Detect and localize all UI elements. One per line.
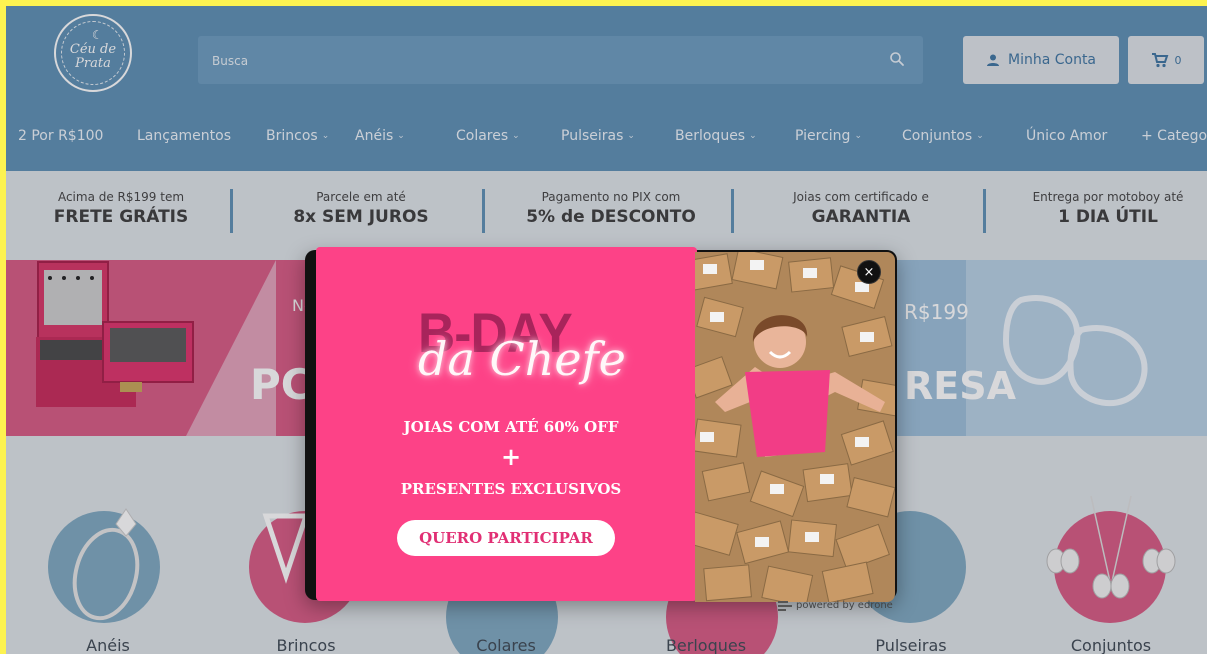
powered-by-badge[interactable]: powered by edrone [778,600,893,611]
edrone-logo-icon [778,600,792,611]
quero-participar-button[interactable]: QUERO PARTICIPAR [397,520,615,556]
popup-plus: + [500,442,522,471]
promo-photo [695,252,895,602]
powered-by-text: powered by edrone [796,600,893,611]
popup-line-discount: JOIAS COM ATÉ 60% OFF [403,418,619,436]
popup-headline-script: da Chefe [418,332,626,386]
popup-line-gifts: PRESENTES EXCLUSIVOS [400,480,622,498]
close-icon[interactable]: × [857,260,881,284]
